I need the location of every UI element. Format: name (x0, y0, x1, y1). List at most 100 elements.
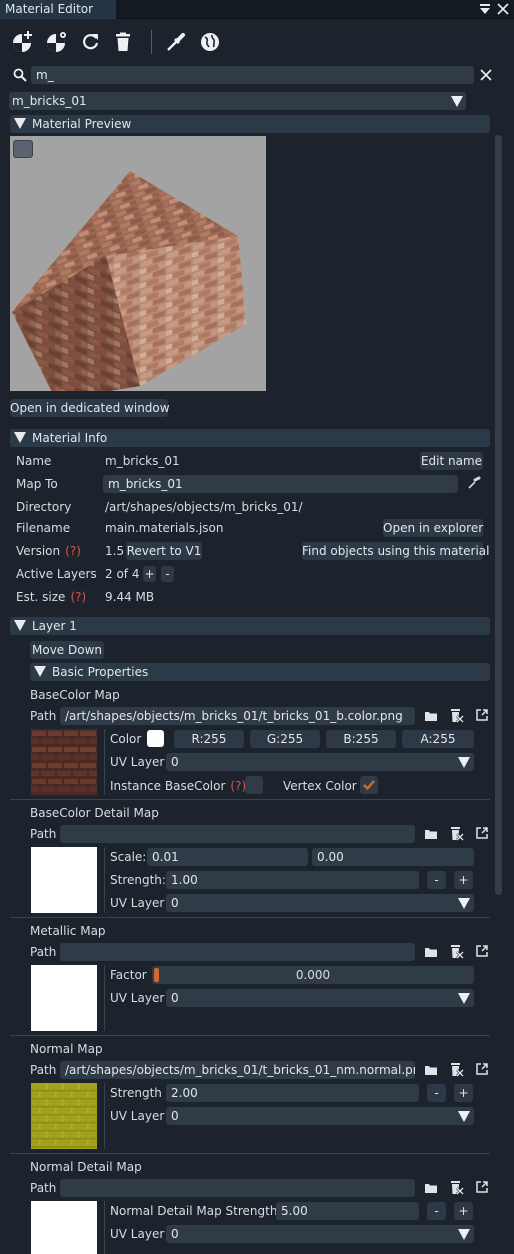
window-tab[interactable]: Material Editor (0, 0, 116, 19)
metallic-thumbnail[interactable] (31, 965, 97, 1031)
folder-icon[interactable] (422, 1179, 440, 1197)
normal-uv-select[interactable]: 0 (166, 1107, 474, 1125)
strength-increase-button[interactable]: + (454, 1084, 473, 1102)
refresh-icon[interactable] (79, 30, 103, 54)
color-r-input[interactable]: R:255 (174, 730, 244, 748)
scale-y-input[interactable]: 0.00 (312, 848, 474, 866)
clear-map-icon[interactable] (447, 824, 465, 842)
clear-map-icon[interactable] (447, 942, 465, 960)
basecolor-detail-path-input[interactable] (60, 825, 415, 843)
strength-decrease-button[interactable]: - (427, 871, 446, 889)
normal-path-input[interactable]: /art/shapes/objects/m_bricks_01/t_bricks… (60, 1061, 415, 1079)
preview-options-toggle[interactable] (13, 140, 33, 158)
external-link-icon[interactable] (473, 824, 491, 842)
preview-viewport[interactable] (10, 136, 266, 391)
folder-icon[interactable] (422, 707, 440, 725)
close-window-icon[interactable] (496, 2, 510, 16)
help-icon[interactable]: (?) (70, 590, 86, 604)
color-g-input[interactable]: G:255 (250, 730, 320, 748)
chevron-down-icon[interactable] (458, 993, 470, 1004)
basic-properties-header[interactable]: Basic Properties (30, 663, 490, 681)
basecolor-path-input[interactable]: /art/shapes/objects/m_bricks_01/t_bricks… (60, 707, 415, 725)
basecolor-thumbnail[interactable] (31, 729, 97, 795)
dropdown-icon[interactable] (478, 2, 492, 16)
search-icon (12, 67, 28, 83)
folder-icon[interactable] (422, 943, 440, 961)
material-info-header[interactable]: Material Info (10, 429, 490, 447)
add-material-icon[interactable] (11, 30, 35, 54)
color-b-input[interactable]: B:255 (326, 730, 396, 748)
edit-name-button[interactable]: Edit name (420, 452, 483, 470)
basecolor-detail-thumbnail[interactable] (31, 847, 97, 913)
external-link-icon[interactable] (473, 1060, 491, 1078)
detail-strength-input[interactable]: 1.00 (166, 871, 419, 889)
open-dedicated-window-button[interactable]: Open in dedicated window (10, 399, 170, 417)
scrollbar[interactable] (495, 135, 502, 895)
globe-icon[interactable] (198, 30, 222, 54)
collapse-arrow-icon (34, 666, 46, 677)
material-settings-icon[interactable] (45, 30, 69, 54)
version-label-text: Version (16, 544, 61, 558)
basecolor-detail-uv-select[interactable]: 0 (166, 894, 474, 912)
strength-decrease-button[interactable]: - (427, 1084, 446, 1102)
eyedropper-icon[interactable] (164, 30, 188, 54)
folder-icon[interactable] (422, 825, 440, 843)
open-in-explorer-button[interactable]: Open in explorer (383, 519, 483, 537)
external-link-icon[interactable] (473, 706, 491, 724)
normal-thumbnail[interactable] (31, 1083, 97, 1149)
help-icon[interactable]: (?) (230, 779, 246, 793)
external-link-icon[interactable] (473, 1178, 491, 1196)
normal-detail-path-input[interactable] (60, 1179, 415, 1197)
move-down-button[interactable]: Move Down (30, 641, 104, 659)
search-input[interactable]: m_ (31, 66, 474, 84)
metallic-path-input[interactable] (60, 943, 415, 961)
strength-increase-button[interactable]: + (454, 871, 473, 889)
clear-map-icon[interactable] (447, 1060, 465, 1078)
external-link-icon[interactable] (473, 942, 491, 960)
normal-detail-title: Normal Detail Map (30, 1160, 142, 1174)
name-value: m_bricks_01 (105, 454, 180, 468)
normal-map-title: Normal Map (30, 1042, 103, 1056)
instance-basecolor-checkbox[interactable] (245, 776, 263, 794)
layer-1-header[interactable]: Layer 1 (10, 617, 490, 635)
add-layer-button[interactable]: + (143, 566, 156, 582)
find-objects-button[interactable]: Find objects using this material (302, 542, 489, 560)
thumbnail-divider (104, 965, 105, 1031)
vertex-color-checkbox[interactable] (360, 776, 378, 794)
clear-map-icon[interactable] (447, 706, 465, 724)
chevron-down-icon[interactable] (458, 1229, 470, 1240)
folder-icon[interactable] (422, 1061, 440, 1079)
normal-detail-strength-input[interactable]: 5.00 (276, 1202, 419, 1220)
normal-detail-uv-select[interactable]: 0 (166, 1225, 474, 1243)
uv-layer-label: UV Layer (110, 1227, 165, 1241)
normal-strength-input[interactable]: 2.00 (166, 1084, 419, 1102)
factor-slider[interactable]: 0.000 (152, 966, 474, 984)
strength-decrease-button[interactable]: - (427, 1202, 446, 1220)
basecolor-uv-select[interactable]: 0 (166, 753, 474, 771)
path-label: Path (30, 1181, 57, 1195)
eyedropper-icon[interactable] (466, 475, 482, 491)
metallic-uv-select[interactable]: 0 (166, 989, 474, 1007)
color-a-input[interactable]: A:255 (402, 730, 474, 748)
mapto-input[interactable]: m_bricks_01 (103, 475, 458, 493)
chevron-down-icon[interactable] (451, 96, 463, 107)
strength-increase-button[interactable]: + (454, 1202, 473, 1220)
factor-label: Factor (110, 968, 147, 982)
chevron-down-icon[interactable] (458, 1111, 470, 1122)
clear-map-icon[interactable] (447, 1178, 465, 1196)
color-swatch[interactable] (147, 730, 164, 747)
chevron-down-icon[interactable] (458, 898, 470, 909)
clear-search-icon[interactable] (479, 68, 493, 82)
window-title: Material Editor (5, 2, 94, 16)
chevron-down-icon[interactable] (458, 757, 470, 768)
remove-layer-button[interactable]: - (161, 566, 174, 582)
name-label: Name (16, 454, 52, 468)
help-icon[interactable]: (?) (65, 544, 81, 558)
delete-icon[interactable] (111, 30, 135, 54)
revert-button[interactable]: Revert to V1 (126, 542, 202, 560)
collapse-arrow-icon (14, 118, 26, 129)
scale-x-input[interactable]: 0.01 (147, 848, 308, 866)
material-preview-header[interactable]: Material Preview (10, 115, 490, 133)
normal-detail-thumbnail[interactable] (31, 1201, 97, 1254)
material-select[interactable]: m_bricks_01 (9, 92, 466, 110)
